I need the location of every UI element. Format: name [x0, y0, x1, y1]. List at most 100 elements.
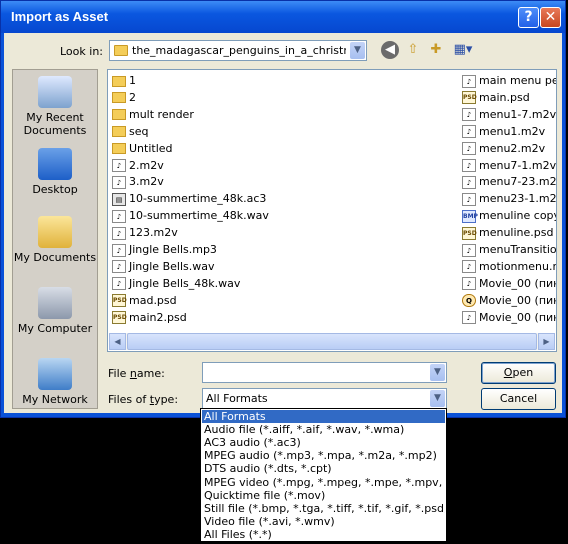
chevron-down-icon[interactable]: ▼	[430, 390, 445, 407]
filetype-option[interactable]: Still file (*.bmp, *.tga, *.tiff, *.tif,…	[202, 502, 445, 515]
horizontal-scrollbar[interactable]: ◀ ▶	[109, 333, 555, 350]
file-item[interactable]: 1	[112, 72, 292, 89]
place-label: My Computer	[17, 322, 93, 335]
file-item[interactable]: ♪ menu1-7.m2v	[462, 106, 556, 123]
psd-file-icon: PSD	[462, 91, 477, 105]
scroll-right-icon[interactable]: ▶	[538, 333, 555, 350]
file-item[interactable]: ♪Movie_00 (пинге	[462, 309, 556, 326]
place-label: Desktop	[32, 183, 78, 196]
file-name: Jingle Bells.wav	[129, 259, 215, 273]
file-item[interactable]: Untitled	[112, 140, 292, 157]
file-item[interactable]: ♪ 123.m2v	[112, 224, 292, 241]
file-item[interactable]: PSD menuline.psd	[462, 224, 556, 241]
scroll-left-icon[interactable]: ◀	[109, 333, 126, 350]
file-name: Movie_00 (пинге	[479, 276, 556, 290]
file-name: mad.psd	[129, 293, 177, 307]
desktop-icon	[38, 148, 72, 180]
media-file-icon: ♪	[462, 260, 476, 274]
file-name: seq	[129, 124, 149, 138]
file-item[interactable]: ♪Movie_00 (пинге	[462, 275, 556, 292]
filetype-dropdown-list[interactable]: All Formats Audio file (*.aiff, *.aif, *.…	[200, 408, 447, 542]
title-bar[interactable]: Import as Asset ? ✕	[1, 1, 565, 33]
file-name: 1	[129, 74, 136, 87]
file-list[interactable]: 1 2 mult render seq Untitled ♪ 2.m2v ♪ 3.m2v ▤ 10-…	[107, 69, 557, 352]
file-item[interactable]: ♪motionmenu.m2v	[462, 258, 556, 275]
file-item[interactable]: ♪ menu7-1.m2v	[462, 157, 556, 174]
place-recent[interactable]: My Recent Documents	[13, 76, 97, 137]
file-name: menu7-1.m2v	[479, 158, 556, 172]
file-item[interactable]: mult render	[112, 106, 292, 123]
file-item[interactable]: ♪menuTransitions	[462, 241, 556, 258]
ac3-file-icon: ▤	[112, 192, 126, 206]
place-network[interactable]: My Network	[13, 358, 97, 406]
file-name: motionmenu.m2v	[479, 259, 556, 273]
place-desktop[interactable]: Desktop	[13, 148, 97, 196]
file-item[interactable]: ♪ 2.m2v	[112, 157, 292, 174]
place-computer[interactable]: My Computer	[13, 287, 97, 335]
place-documents[interactable]: My Documents	[13, 216, 97, 264]
view-menu-icon[interactable]: ▦▾	[451, 41, 475, 59]
file-name: menuTransitions	[479, 243, 556, 256]
lookin-label: Look in:	[60, 45, 103, 58]
mov-file-icon: Q	[462, 294, 476, 308]
filetype-option[interactable]: Audio file (*.aiff, *.aif, *.wav, *.wma)	[202, 423, 445, 436]
media-file-icon: ♪	[112, 260, 126, 274]
file-item[interactable]: PSD mad.psd	[112, 292, 292, 309]
folder-icon	[112, 109, 126, 121]
file-item[interactable]: ♪ menu1.m2v	[462, 123, 556, 140]
close-button[interactable]: ✕	[540, 7, 561, 28]
file-item[interactable]: PSD main.psd	[462, 89, 556, 106]
file-item[interactable]: ♪ Jingle Bells.mp3	[112, 241, 292, 258]
filename-label-mnemonic: n	[129, 367, 137, 380]
file-item[interactable]: QMovie_00 (пинге	[462, 292, 556, 309]
filetype-option[interactable]: DTS audio (*.dts, *.cpt)	[202, 462, 445, 475]
file-item[interactable]: ♪ Jingle Bells_48k.wav	[112, 275, 292, 292]
file-item[interactable]: ♪ menu23-1.m2v	[462, 190, 556, 207]
open-label: pen	[512, 366, 534, 379]
new-folder-icon[interactable]: ✚	[427, 41, 445, 59]
file-name: 2	[129, 90, 136, 104]
filetype-option[interactable]: AC3 audio (*.ac3)	[202, 436, 445, 449]
help-button[interactable]: ?	[518, 7, 539, 28]
media-file-icon: ♪	[112, 159, 126, 172]
file-item[interactable]: 2	[112, 89, 292, 106]
file-name: menu2.m2v	[479, 141, 546, 155]
filetype-combo[interactable]: All Formats ▼	[202, 388, 447, 409]
file-item[interactable]: BMPmenuline copy.b	[462, 207, 556, 224]
file-item[interactable]: ♪main menu peng	[462, 72, 556, 89]
folder-icon	[112, 126, 126, 138]
filetype-option[interactable]: All Formats	[202, 410, 445, 423]
cancel-button[interactable]: Cancel	[481, 388, 556, 410]
file-item[interactable]: ♪ menu7-23.m2v	[462, 173, 556, 190]
file-item[interactable]: ▤ 10-summertime_48k.ac3	[112, 190, 292, 207]
dialog-body: Look in: the_madagascar_penguins_in_a_ch…	[4, 33, 562, 413]
file-item[interactable]: ♪ 3.m2v	[112, 173, 292, 190]
scroll-thumb[interactable]	[127, 333, 537, 350]
media-file-icon: ♪	[462, 108, 476, 122]
file-name: mult render	[129, 107, 194, 121]
filename-input[interactable]: ▼	[202, 362, 447, 383]
filetype-option[interactable]: All Files (*.*)	[202, 528, 445, 541]
file-name: Untitled	[129, 141, 173, 155]
media-file-icon: ♪	[112, 243, 126, 257]
chevron-down-icon[interactable]: ▼	[350, 42, 365, 59]
media-file-icon: ♪	[112, 209, 126, 223]
file-item[interactable]: ♪ menu2.m2v	[462, 140, 556, 157]
chevron-down-icon[interactable]: ▼	[430, 364, 445, 381]
file-item[interactable]: ♪ Jingle Bells.wav	[112, 258, 292, 275]
file-name: 3.m2v	[129, 175, 164, 189]
file-item[interactable]: PSD main2.psd	[112, 309, 292, 326]
filetype-option[interactable]: MPEG audio (*.mp3, *.mpa, *.m2a, *.mp2)	[202, 449, 445, 462]
filename-dropdown[interactable]: ▼	[429, 363, 446, 382]
filetype-option[interactable]: Quicktime file (*.mov)	[202, 489, 445, 502]
folder-icon	[112, 92, 126, 104]
filetype-option[interactable]: MPEG video (*.mpg, *.mpeg, *.mpe, *.mpv,…	[202, 476, 445, 489]
file-item[interactable]: seq	[112, 123, 292, 140]
lookin-combo[interactable]: the_madagascar_penguins_in_a_christmas_(…	[109, 40, 367, 61]
up-folder-icon[interactable]: ⇧	[404, 41, 422, 59]
file-name: menu7-23.m2v	[479, 175, 556, 189]
filetype-option[interactable]: Video file (*.avi, *.wmv)	[202, 515, 445, 528]
file-item[interactable]: ♪ 10-summertime_48k.wav	[112, 207, 292, 224]
back-icon[interactable]: ◀	[381, 41, 399, 59]
open-button[interactable]: Open	[481, 362, 556, 384]
